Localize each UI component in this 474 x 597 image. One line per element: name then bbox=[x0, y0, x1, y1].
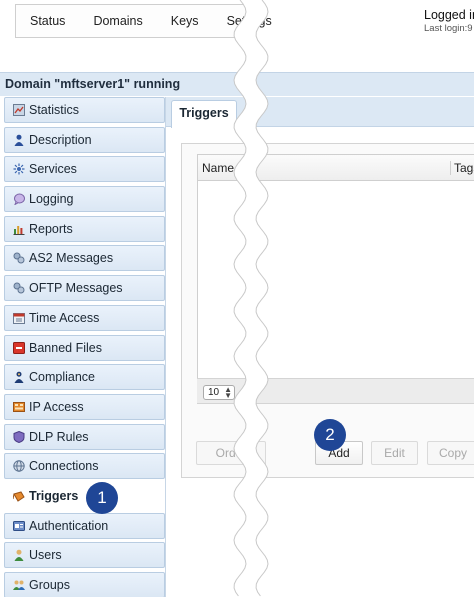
sidebar-item-label: Description bbox=[29, 132, 92, 147]
sort-ascending-icon bbox=[234, 166, 240, 170]
login-status: Logged in bbox=[424, 8, 474, 22]
sidebar-item-label: Groups bbox=[29, 578, 70, 592]
ip-access-icon bbox=[13, 401, 25, 413]
triggers-table: Name Tags bbox=[197, 154, 474, 402]
banned-files-icon bbox=[13, 341, 25, 354]
top-navigation: Status Domains Keys Settings bbox=[15, 4, 272, 38]
copy-button[interactable]: Copy bbox=[427, 441, 474, 465]
sidebar: Statistics Description Services Logging … bbox=[4, 97, 165, 597]
authentication-icon bbox=[13, 520, 25, 532]
description-icon bbox=[13, 134, 25, 146]
sidebar-item-groups[interactable]: Groups bbox=[4, 572, 165, 597]
domain-title: Domain "mftserver1" running bbox=[5, 77, 181, 91]
sidebar-item-reports[interactable]: Reports bbox=[4, 215, 165, 242]
sidebar-item-label: Time Access bbox=[29, 310, 100, 325]
sidebar-item-services[interactable]: Services bbox=[4, 156, 165, 183]
sidebar-item-label: Banned Files bbox=[29, 340, 102, 355]
select-arrows-icon: ▲ ▼ bbox=[224, 385, 232, 400]
triggers-panel: Triggers Name Tags 10 ▲▼ Order Add Edit … bbox=[165, 97, 474, 597]
sidebar-item-as2-messages[interactable]: AS2 Messages bbox=[4, 245, 165, 272]
table-pager: 10 ▲ ▼ bbox=[197, 378, 474, 404]
sidebar-item-label: DLP Rules bbox=[29, 429, 89, 444]
time-access-icon bbox=[13, 312, 25, 324]
groups-icon bbox=[13, 579, 25, 591]
compliance-icon bbox=[13, 371, 25, 384]
sidebar-item-connections[interactable]: Connections bbox=[4, 453, 165, 480]
statistics-icon bbox=[13, 104, 25, 116]
services-icon bbox=[13, 163, 25, 175]
reports-icon bbox=[13, 223, 25, 235]
sidebar-item-label: Statistics bbox=[29, 103, 80, 117]
sidebar-item-label: Compliance bbox=[29, 370, 96, 385]
sidebar-item-label: OFTP Messages bbox=[29, 281, 123, 296]
sidebar-item-banned-files[interactable]: Banned Files bbox=[4, 334, 165, 361]
sidebar-item-label: Services bbox=[29, 162, 77, 177]
column-header-tags[interactable]: Tags bbox=[450, 161, 474, 175]
users-icon bbox=[13, 549, 25, 562]
page-size-value: 10 bbox=[208, 387, 220, 398]
sidebar-item-time-access[interactable]: Time Access bbox=[4, 304, 165, 331]
last-login: Last login:9 bbox=[424, 23, 473, 34]
sidebar-item-label: Connections bbox=[29, 459, 99, 474]
table-header: Name Tags bbox=[198, 155, 474, 181]
sidebar-item-label: Triggers bbox=[29, 488, 79, 503]
connections-icon bbox=[13, 460, 25, 472]
sidebar-item-label: IP Access bbox=[29, 399, 84, 414]
sidebar-item-ip-access[interactable]: IP Access bbox=[4, 393, 165, 420]
sidebar-item-description[interactable]: Description bbox=[4, 126, 165, 153]
tab-domains[interactable]: Domains bbox=[79, 14, 156, 28]
tab-settings[interactable]: Settings bbox=[213, 14, 286, 28]
sidebar-item-authentication[interactable]: Authentication bbox=[4, 512, 165, 539]
sidebar-item-label: AS2 Messages bbox=[29, 251, 114, 266]
sidebar-item-triggers[interactable]: Triggers bbox=[4, 482, 165, 509]
login-info: Logged in Last login:9 bbox=[424, 8, 474, 34]
sidebar-item-statistics[interactable]: Statistics bbox=[4, 97, 165, 123]
as2-messages-icon bbox=[13, 252, 25, 264]
domain-header: Domain "mftserver1" running bbox=[0, 72, 474, 96]
sidebar-item-logging[interactable]: Logging bbox=[4, 186, 165, 213]
sidebar-item-label: Logging bbox=[29, 192, 74, 207]
sidebar-item-users[interactable]: Users bbox=[4, 542, 165, 569]
page-size-select[interactable]: 10 ▲ ▼ bbox=[203, 385, 235, 400]
callout-badge-1: 1 bbox=[86, 482, 118, 514]
sidebar-item-dlp-rules[interactable]: DLP Rules bbox=[4, 423, 165, 450]
sidebar-item-label: Users bbox=[29, 548, 62, 563]
sidebar-item-oftp-messages[interactable]: OFTP Messages bbox=[4, 275, 165, 302]
panel-tab-strip: Triggers bbox=[166, 97, 474, 128]
edit-button[interactable]: Edit bbox=[371, 441, 418, 465]
dlp-rules-icon bbox=[13, 430, 25, 443]
tab-keys[interactable]: Keys bbox=[157, 14, 213, 28]
sidebar-item-compliance[interactable]: Compliance bbox=[4, 364, 165, 391]
tab-triggers[interactable]: Triggers bbox=[171, 100, 237, 128]
sidebar-item-label: Authentication bbox=[29, 518, 109, 533]
triggers-icon bbox=[13, 490, 25, 502]
tab-status[interactable]: Status bbox=[16, 14, 79, 28]
callout-badge-2: 2 bbox=[314, 419, 346, 451]
logging-icon bbox=[13, 193, 25, 206]
column-header-name[interactable]: Name bbox=[202, 161, 234, 175]
sidebar-item-label: Reports bbox=[29, 221, 73, 236]
oftp-messages-icon bbox=[13, 282, 25, 294]
order-button[interactable]: Order bbox=[196, 441, 266, 465]
